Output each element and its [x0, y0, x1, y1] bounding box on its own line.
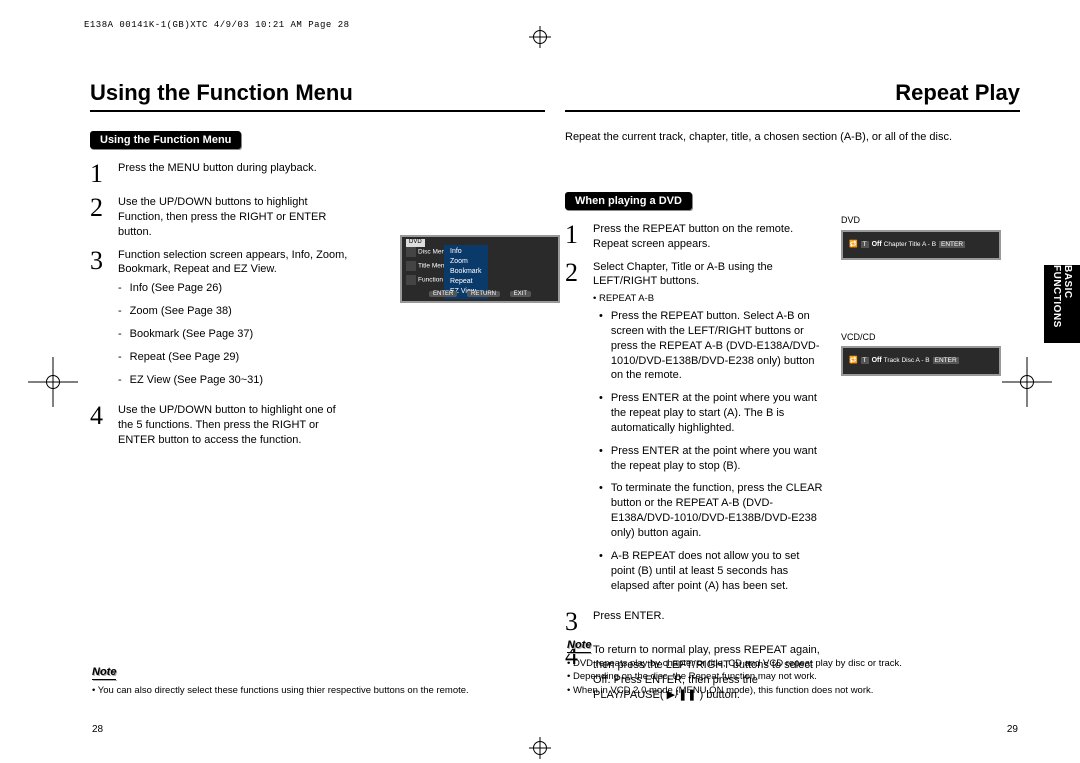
page-title-right: Repeat Play: [565, 80, 1020, 112]
osd-screenshot: DVD Disc Menu Title Menu Function Info Z…: [400, 235, 560, 303]
print-header: E138A 00141K-1(GB)XTC 4/9/03 10:21 AM Pa…: [84, 20, 350, 30]
osd-dvd-box: 🔁 T Off Off Chapter Title A - B Chapter …: [841, 230, 1001, 260]
page-number-left: 28: [92, 724, 103, 735]
manual-spread: E138A 00141K-1(GB)XTC 4/9/03 10:21 AM Pa…: [0, 0, 1080, 763]
steps-right: 1 Press the REPEAT button on the remote.…: [565, 222, 823, 703]
note-title-left: Note: [92, 666, 116, 680]
page-title-left: Using the Function Menu: [90, 80, 545, 112]
section-tag-left: Using the Function Menu: [90, 131, 241, 149]
osd-vcd-label: VCD/CD: [841, 332, 1021, 344]
step-text: Function selection screen appears, Info,…: [118, 249, 347, 276]
osd-vcd-box: 🔁 T Off Off Track Disc A - B Track Disc …: [841, 346, 1001, 376]
page-right: Repeat Play Repeat the current track, ch…: [555, 80, 1030, 743]
osd-left-group: DVD Disc Menu Title Menu Function Info Z…: [400, 235, 560, 315]
note-title-right: Note: [567, 639, 591, 653]
osd-dvd-label: DVD: [841, 215, 1021, 227]
step-text: Select Chapter, Title or A-B using the L…: [593, 261, 773, 288]
page-number-right: 29: [1007, 724, 1018, 735]
step-sublist-right: Press the REPEAT button. Select A-B on s…: [593, 309, 823, 593]
intro-right: Repeat the current track, chapter, title…: [565, 130, 1020, 145]
step-text: Use the UP/DOWN button to highlight one …: [118, 403, 352, 448]
section-tab: BASIC FUNCTIONS: [1044, 265, 1080, 343]
osd-right-group: DVD 🔁 T Off Off Chapter Title A - B Chap…: [841, 215, 1021, 388]
step-text: Press the REPEAT button on the remote. R…: [593, 222, 823, 252]
step-text: Press ENTER.: [593, 609, 665, 635]
steps-left: 1 Press the MENU button during playback.…: [90, 161, 352, 448]
step-text: Use the UP/DOWN buttons to highlight Fun…: [118, 195, 352, 240]
cropmark-top: [529, 26, 551, 48]
section-tag-right: When playing a DVD: [565, 192, 692, 210]
page-left: Using the Function Menu Using the Functi…: [80, 80, 555, 743]
step-sublist: Info (See Page 26) Zoom (See Page 38) Bo…: [118, 281, 352, 387]
note-list-right: DVD repeats play by chapter or title, CD…: [567, 657, 1018, 697]
note-list-left: You can also directly select these funct…: [92, 684, 543, 697]
step-text: Press the MENU button during playback.: [118, 161, 317, 187]
cropmark-left: [28, 357, 78, 407]
